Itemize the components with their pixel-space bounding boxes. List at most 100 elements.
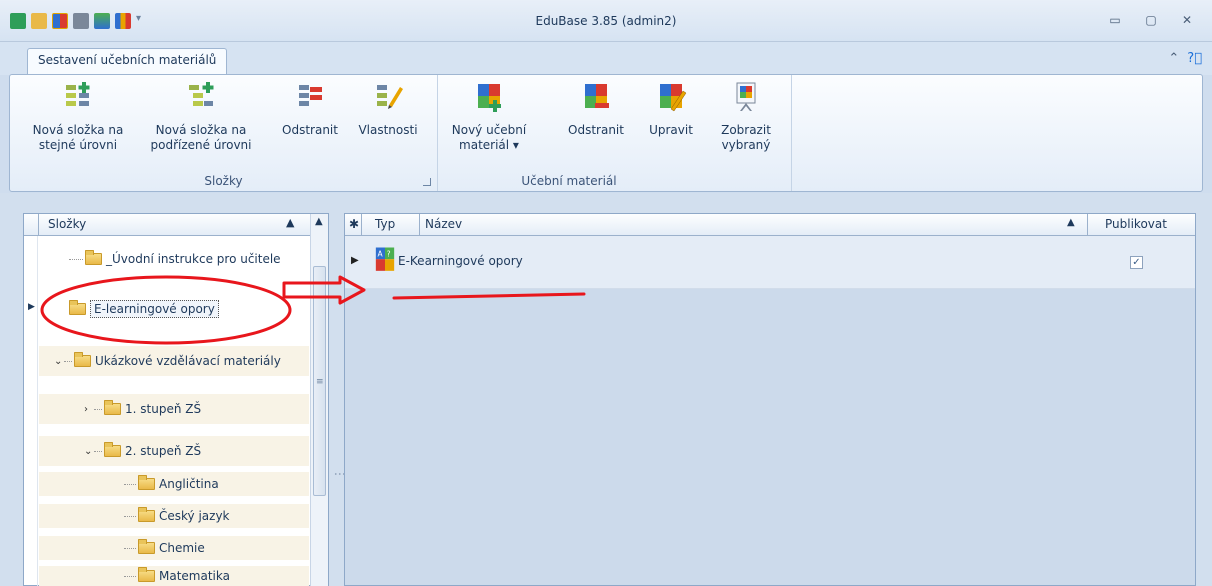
folder-icon [69,300,86,315]
header-separator [419,214,420,236]
new-folder-child-level-label-2: podřízené úrovni [150,138,252,152]
ribbon-help-area: ⌃ ?⃝ [1168,51,1202,66]
show-selected-label-2: vybraný [721,138,771,152]
delete-folder-label: Odstranit [282,123,338,137]
folder-properties-button[interactable]: Vlastnosti [352,81,424,138]
minimize-button[interactable]: ▭ [1098,10,1132,30]
delete-folder-icon [299,85,322,106]
presentation-icon [736,82,756,111]
column-publish[interactable]: Publikovat [1105,217,1167,231]
grip-icon: ≡ [316,377,324,387]
delete-material-button[interactable]: Odstranit [563,81,629,138]
delete-folder-button[interactable]: Odstranit [274,81,346,138]
svg-text:?: ? [387,250,391,259]
tree-item-label: _Úvodní instrukce pro učitele [106,252,281,266]
tree-item-label: Český jazyk [159,509,230,523]
tab-sestaveni[interactable]: Sestavení učebních materiálů [27,48,228,75]
help-icon[interactable]: ?⃝ [1187,51,1202,66]
grid-header: ✱ Typ Název ▲ Publikovat [345,214,1195,236]
delete-material-icon [585,84,609,108]
tree-item-label: E-learningové opory [90,300,219,318]
material-group-label: Učební materiál [521,174,617,188]
ribbon-tab-row: Sestavení učebních materiálů ⌃ ?⃝ [0,42,1212,75]
folder-properties-icon [377,85,403,109]
scroll-up-icon[interactable]: ▲ [315,216,323,227]
tree-item-1-stupen[interactable]: › 1. stupeň ZŠ [39,394,309,424]
collapse-ribbon-icon[interactable]: ⌃ [1168,51,1179,66]
sort-ascending-icon: ▲ [286,216,295,229]
header-separator [361,214,362,236]
ribbon-group-folders: Nová složka na stejné úrovni Nová složka… [10,75,438,191]
new-row-indicator-icon: ✱ [349,217,360,231]
column-type[interactable]: Typ [375,217,395,231]
folder-tree-scrollbar[interactable]: ▲ ≡ [310,214,328,586]
show-selected-button[interactable]: Zobrazit vybraný [709,81,783,153]
tree-item-label: Matematika [159,569,230,583]
table-row[interactable]: ▶ A ? E-Kearningové opory ✓ [345,236,1195,289]
new-folder-child-level-label-1: Nová složka na [155,123,247,137]
tree-item-2-stupen[interactable]: ⌄ 2. stupeň ZŠ [39,436,309,466]
open-folder-icon [104,442,121,457]
folders-group-launcher[interactable] [423,178,431,186]
edit-material-label: Upravit [649,123,693,137]
ribbon-panel: Nová složka na stejné úrovni Nová složka… [9,74,1203,192]
quiz-material-icon: A ? [375,247,395,271]
folder-tree-header-label: Složky [48,217,87,231]
show-selected-label-1: Zobrazit [721,123,771,137]
folder-tree-header[interactable]: Složky ▲ [24,214,328,236]
new-material-button[interactable]: Nový učební materiál ▾ [447,81,531,153]
tree-connector [124,575,136,577]
maximize-button[interactable]: ▢ [1134,10,1168,30]
scrollbar-thumb[interactable]: ≡ [313,266,326,496]
folder-icon [138,539,155,554]
tree-item-label: 1. stupeň ZŠ [125,402,202,416]
tree-item-label: Ukázkové vzdělávací materiály [95,354,281,368]
tree-connector [94,408,102,410]
tree-item-cesky-jazyk[interactable]: Český jazyk [39,504,309,528]
materials-grid: ✱ Typ Název ▲ Publikovat ▶ A ? E-Kearnin… [344,213,1196,586]
new-material-icon [478,84,501,112]
ribbon-group-material: Nový učební materiál ▾ Odstranit Upravit [439,75,792,191]
tree-item-ukazkove[interactable]: ⌄ Ukázkové vzdělávací materiály [39,346,309,376]
tree-item-anglictina[interactable]: Angličtina [39,472,309,496]
folder-icon [138,507,155,522]
close-button[interactable]: ✕ [1170,10,1204,30]
tree-item-label: 2. stupeň ZŠ [125,444,202,458]
new-folder-same-level-icon [66,82,90,106]
open-folder-icon [74,352,91,367]
tree-item-label: Chemie [159,541,205,555]
new-folder-child-level-button[interactable]: Nová složka na podřízené úrovni [142,81,260,153]
tree-item-matematika[interactable]: Matematika [39,566,309,586]
tree-item-chemie[interactable]: Chemie [39,536,309,560]
delete-material-label: Odstranit [568,123,624,137]
folder-properties-label: Vlastnosti [358,123,418,137]
publish-checkbox[interactable]: ✓ [1130,256,1143,269]
tree-connector [94,450,102,452]
folder-icon [104,400,121,415]
expand-chevron-icon[interactable]: › [84,404,94,415]
folder-icon [85,250,102,265]
header-separator [1087,214,1088,236]
material-name: E-Kearningové opory [398,254,523,268]
current-row-indicator-icon: ▶ [28,302,35,312]
title-bar: ▾ EduBase 3.85 (admin2) ▭ ▢ ✕ [0,0,1212,42]
window-controls: ▭ ▢ ✕ [1098,10,1204,30]
edit-material-button[interactable]: Upravit [641,81,701,138]
collapse-chevron-icon[interactable]: ⌄ [54,356,64,367]
new-material-label-1: Nový učební [451,123,527,137]
tree-connector [124,515,136,517]
new-folder-same-level-label-2: stejné úrovni [38,138,118,152]
new-folder-same-level-button[interactable]: Nová složka na stejné úrovni [24,81,132,153]
tree-item-elearning[interactable]: E-learningové opory [39,294,309,324]
tree-connector [124,547,136,549]
new-folder-child-level-icon [189,82,214,106]
column-name[interactable]: Název [425,217,462,231]
folder-icon [138,475,155,490]
collapse-chevron-icon[interactable]: ⌄ [84,446,94,457]
tree-connector [69,258,83,260]
new-folder-same-level-label-1: Nová složka na [32,123,124,137]
folders-group-label: Složky [204,174,243,188]
tree-item-uvodni[interactable]: _Úvodní instrukce pro učitele [39,246,309,272]
tree-item-label: Angličtina [159,477,219,491]
edit-material-icon [660,84,687,112]
